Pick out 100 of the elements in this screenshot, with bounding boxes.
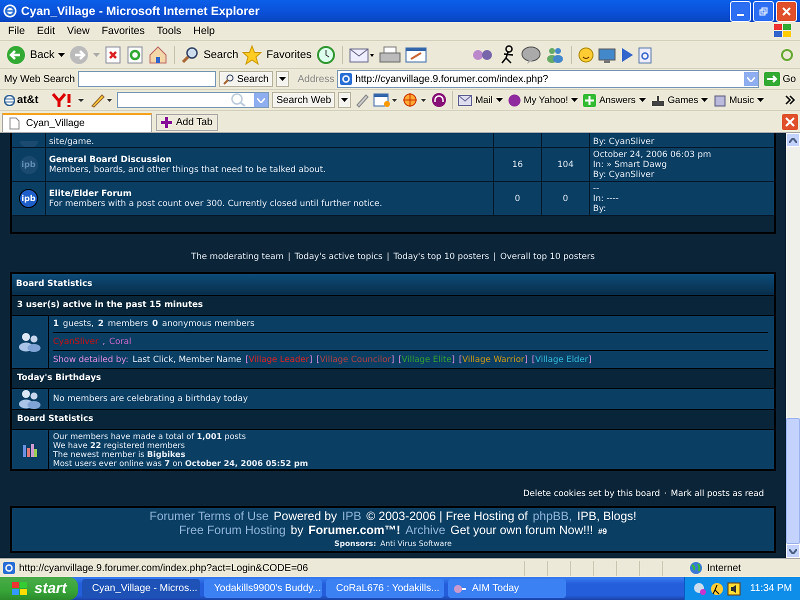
footer-text: Get your own forum Now!!! [450,523,594,537]
footer-text: © 2003-2006 | Free Hosting of [366,509,528,523]
taskbar-button[interactable]: Cyan_Village - Micros... [82,579,200,598]
caret-icon [257,98,266,102]
highlighter-icon[interactable] [90,92,114,108]
board-action-link[interactable]: Mark all posts as read [670,489,764,499]
sort-options: Last Click, Member Name [132,354,242,364]
scrollbar[interactable] [786,133,800,558]
history-icon[interactable] [316,44,336,64]
forum-title[interactable]: Elite/Elder Forum [49,188,490,198]
member-group-legend: [Village Leader] [245,354,312,364]
footer-link[interactable]: Archive [405,523,446,537]
board-link[interactable]: Today's active topics [294,252,383,262]
footer-link[interactable]: Free Forum Hosting [178,523,286,537]
status-text: http://cyanvillage.9.forumer.com/index.php?act=Login&CODE=06 [19,562,308,574]
menu-item[interactable]: View [61,25,96,37]
footer-link[interactable]: phpBB, [532,509,572,523]
taskbar-button[interactable]: CoRaL676 : Yodakills... [326,579,444,598]
globe-icon [689,561,703,575]
print-icon[interactable] [378,44,401,64]
browser-tab[interactable]: Cyan_Village [2,113,152,132]
minimize-button[interactable] [730,0,751,22]
home-icon[interactable] [148,44,168,64]
restore-icon [759,6,768,16]
scrollbar-thumb[interactable] [786,418,800,544]
chevron-icon[interactable] [784,94,796,106]
close-button[interactable] [776,0,797,22]
forum-title[interactable]: General Board Discussion [49,154,490,164]
bar-chart-icon [22,442,38,458]
web-search-field[interactable] [78,71,216,87]
forum-description: Members, boards, and other things that need to be talked about. [49,164,327,174]
yahoo-search-field[interactable] [117,92,270,108]
taskbar-button[interactable]: AIM Today [448,579,566,598]
board-action-link[interactable]: Delete cookies set by this board [523,489,660,499]
users-icon [18,389,42,409]
plus-icon [161,117,172,128]
board-link[interactable]: Today's top 10 posters [393,252,490,262]
topic-count-cell: 0 [494,182,542,215]
board-link[interactable]: The moderating team [191,252,284,262]
scroll-up-icon[interactable] [789,138,797,142]
toolbar-menu-button[interactable]: My Yahoo! [508,94,578,106]
section-header: Today's Birthdays [12,368,774,389]
footer-link[interactable]: Forumer Terms of Use [150,509,269,523]
search-web-button[interactable]: Search Web [272,92,336,108]
browser-icon [3,4,17,18]
windows-logo-icon [11,580,30,596]
address-url: http://cyanvillage.9.forumer.com/index.php? [355,74,550,84]
refresh-icon[interactable] [126,44,144,64]
edit-icon[interactable] [404,44,427,64]
headphones-icon[interactable] [431,92,448,108]
search-button[interactable]: Search [218,71,273,87]
smiley-icon[interactable] [578,44,594,64]
menu-item[interactable]: Favorites [96,25,151,37]
att-logo[interactable]: at&t [4,94,38,106]
document-icon[interactable] [638,44,652,64]
dropdown-button[interactable] [338,92,352,108]
member-group-legend: [Village Warrior] [458,354,528,364]
address-label: Address [298,74,334,84]
statistics-line: Most users ever online was 7 on October 24, 2006 05:52 pm [53,459,310,468]
last-post-info: October 24, 2006 06:03 pm [593,150,712,160]
search-button[interactable]: Search [181,46,238,64]
speaker-icon[interactable] [726,582,741,596]
back-button[interactable]: Back [6,44,54,64]
footer-text: #9 [598,526,608,538]
go-button[interactable]: Go [764,72,796,86]
stop-icon[interactable] [104,44,122,64]
footer-text: IPB, Blogs! [577,509,636,523]
dropdown-button[interactable] [276,71,289,87]
caret-icon[interactable] [58,52,66,56]
search-icon [181,46,200,64]
running-person-icon[interactable] [710,582,724,596]
taskbar-button[interactable]: Yodakills9900's Buddy... [204,579,322,598]
add-tab-button[interactable]: Add Tab [156,114,218,131]
caret-icon [746,76,755,82]
address-field[interactable]: http://cyanvillage.9.forumer.com/index.php? [337,70,759,88]
toolbar-menu-button[interactable]: Answers [583,94,646,106]
footer-link[interactable]: IPB [342,509,362,523]
crosshair-icon[interactable] [402,92,428,108]
toolbar-menu-button[interactable]: Mail [458,94,503,106]
favorites-button[interactable]: Favorites [242,44,312,64]
chat-bubble-icon[interactable] [520,44,541,64]
footer-text: Forumer.com™! [308,523,400,537]
scroll-down-icon[interactable] [789,548,797,554]
toolbar-menu-button[interactable]: Music [713,94,764,106]
menu-item[interactable]: Tools [150,25,188,37]
restore-button[interactable] [753,0,774,22]
window-alert-icon[interactable] [373,92,400,108]
toolbar-menu-button[interactable]: Games [650,94,708,106]
menu-item[interactable]: Help [187,25,221,37]
minimize-icon [737,14,744,16]
close-tab-button[interactable] [782,114,798,130]
board-link[interactable]: Overall top 10 posters [500,252,595,262]
circle-icon [508,94,521,106]
section-header: Board Statistics [12,409,774,430]
member-group-legend: [Village Elite] [398,354,455,364]
forum-status-icon: ipb [20,156,38,174]
menu-item[interactable]: File [2,25,31,37]
music-icon [713,94,726,106]
caret-icon [571,98,578,102]
menu-item[interactable]: Edit [30,25,62,37]
